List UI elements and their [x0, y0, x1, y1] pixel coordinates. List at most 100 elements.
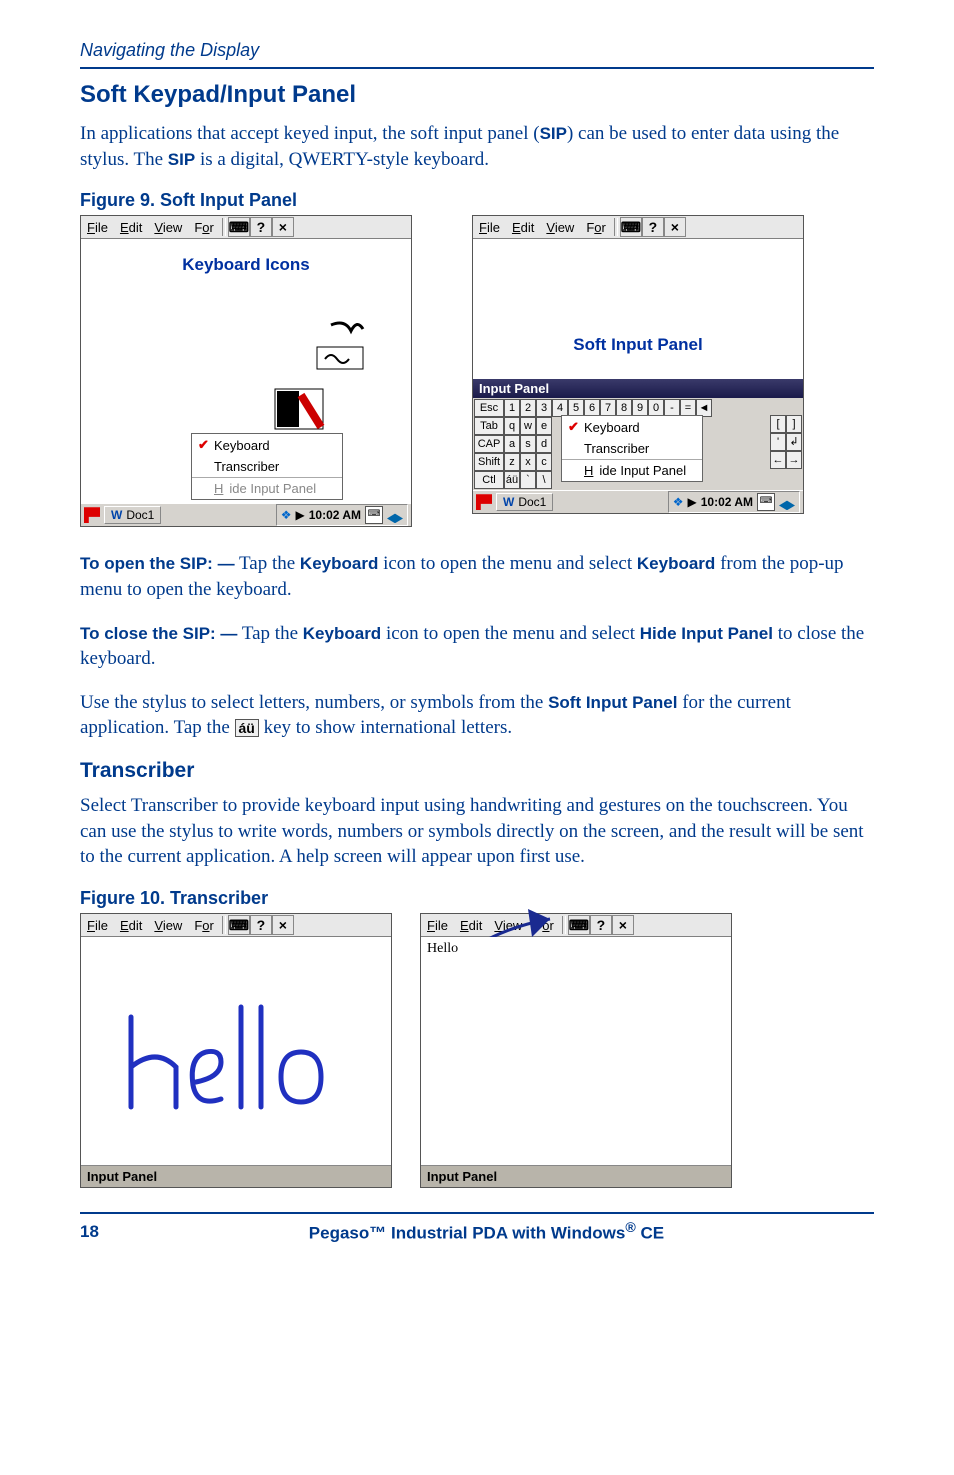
key[interactable]: ←: [770, 451, 786, 469]
close-button[interactable]: ×: [664, 217, 686, 237]
key[interactable]: `: [520, 471, 536, 489]
sip-toggle-icon[interactable]: ⌨: [228, 217, 250, 237]
sip-popup-menu: ✔Keyboard Transcriber Hide Input Panel: [561, 415, 703, 482]
key[interactable]: [: [770, 415, 786, 433]
sip-titlebar: Input Panel: [473, 379, 803, 398]
key-intl[interactable]: áü: [504, 471, 520, 489]
figure9: FFileile Edit View For ⌨ ? × Keyboard Ic…: [80, 215, 874, 527]
stylus-paragraph: Use the stylus to select letters, number…: [80, 690, 874, 741]
key-esc[interactable]: Esc: [474, 399, 504, 417]
key[interactable]: e: [536, 417, 552, 435]
check-icon: ✔: [198, 437, 208, 453]
menu-format[interactable]: For: [188, 218, 220, 237]
open-sip-paragraph: To open the SIP: — Tap the Keyboard icon…: [80, 551, 874, 602]
key[interactable]: a: [504, 435, 520, 453]
keyboard-term: Keyboard: [637, 554, 715, 573]
menu-file[interactable]: FFileile: [81, 218, 114, 237]
section-heading: Soft Keypad/Input Panel: [80, 81, 874, 109]
soft-input-panel-label: Soft Input Panel: [473, 335, 803, 355]
key[interactable]: ': [770, 433, 786, 451]
key-caps[interactable]: CAP: [474, 435, 504, 453]
keyboard-tile-icon: [271, 385, 331, 437]
menu-edit[interactable]: Edit: [114, 916, 148, 935]
taskbar: W Doc1 ❖ ▶ 10:02 AM ⌨: [81, 503, 411, 526]
popup-item-hide[interactable]: Hide Input Panel: [192, 477, 342, 499]
key[interactable]: z: [504, 453, 520, 471]
key[interactable]: \: [536, 471, 552, 489]
transcriber-window-right: File Edit View For ⌨ ? × Hello Input Pan…: [420, 913, 732, 1188]
menu-file[interactable]: File: [473, 218, 506, 237]
intro-paragraph: In applications that accept keyed input,…: [80, 121, 874, 172]
tray-arrow-icon[interactable]: ▶: [296, 508, 305, 522]
key[interactable]: ]: [786, 415, 802, 433]
menubar-separator: [222, 218, 226, 236]
au-key-icon: áü: [235, 719, 259, 737]
key[interactable]: 2: [520, 399, 536, 417]
figure10: File Edit View For ⌨ ? ×: [80, 913, 874, 1188]
help-button[interactable]: ?: [250, 217, 272, 237]
key[interactable]: →: [786, 451, 802, 469]
key[interactable]: d: [536, 435, 552, 453]
taskbar-doc-button[interactable]: W Doc1: [496, 493, 553, 511]
sip-toggle-icon[interactable]: ⌨: [620, 217, 642, 237]
taskbar: W Doc1 ❖ ▶ 10:02 AM ⌨: [473, 490, 803, 513]
keyboard-term: Keyboard: [300, 554, 378, 573]
sip-term: SIP: [540, 124, 567, 143]
tray-icon[interactable]: ❖: [281, 508, 292, 522]
menubar: File Edit View For ⌨ ? ×: [473, 216, 803, 239]
handwriting-hello: [81, 937, 391, 1165]
menubar: FFileile Edit View For ⌨ ? ×: [81, 216, 411, 239]
taskbar-doc-button[interactable]: W Doc1: [104, 506, 161, 524]
menu-view[interactable]: View: [540, 218, 580, 237]
key[interactable]: s: [520, 435, 536, 453]
help-button[interactable]: ?: [250, 915, 272, 935]
key-tab[interactable]: Tab: [474, 417, 504, 435]
check-icon: ✔: [568, 419, 578, 435]
handwriting-icon: [311, 315, 371, 375]
key[interactable]: q: [504, 417, 520, 435]
tray-arrow-icon[interactable]: ▶: [688, 495, 697, 509]
start-icon[interactable]: [476, 494, 492, 510]
key[interactable]: w: [520, 417, 536, 435]
key[interactable]: x: [520, 453, 536, 471]
page-number: 18: [80, 1222, 99, 1242]
transcriber-heading: Transcriber: [80, 759, 874, 783]
menu-format[interactable]: For: [188, 916, 220, 935]
close-button[interactable]: ×: [612, 915, 634, 935]
menu-format[interactable]: For: [580, 218, 612, 237]
key[interactable]: 3: [536, 399, 552, 417]
footer-title: Pegaso™ Industrial PDA with Windows® CE: [99, 1220, 874, 1244]
menu-edit[interactable]: Edit: [506, 218, 540, 237]
desktop-icon[interactable]: [387, 507, 403, 523]
input-panel-bar: Input Panel: [421, 1165, 731, 1187]
key[interactable]: c: [536, 453, 552, 471]
close-button[interactable]: ×: [272, 915, 294, 935]
help-button[interactable]: ?: [642, 217, 664, 237]
taskbar-tray: ❖ ▶ 10:02 AM ⌨: [668, 491, 800, 513]
popup-item-keyboard[interactable]: ✔Keyboard: [562, 416, 702, 438]
keyboard-icons-label: Keyboard Icons: [81, 255, 411, 275]
popup-item-transcriber[interactable]: Transcriber: [192, 456, 342, 477]
transcriber-result-text: Hello: [421, 937, 731, 961]
key-ctl[interactable]: Ctl: [474, 471, 504, 489]
sip-term: SIP: [168, 150, 195, 169]
popup-item-transcriber[interactable]: Transcriber: [562, 438, 702, 459]
sip-toggle-icon[interactable]: ⌨: [228, 915, 250, 935]
start-icon[interactable]: [84, 507, 100, 523]
figure9-caption: Figure 9. Soft Input Panel: [80, 190, 874, 211]
menu-view[interactable]: View: [148, 218, 188, 237]
sip-tray-icon[interactable]: ⌨: [365, 506, 383, 524]
popup-item-hide[interactable]: Hide Input Panel: [562, 459, 702, 481]
key-shift[interactable]: Shift: [474, 453, 504, 471]
desktop-icon[interactable]: [779, 494, 795, 510]
key[interactable]: 1: [504, 399, 520, 417]
menu-edit[interactable]: Edit: [114, 218, 148, 237]
close-button[interactable]: ×: [272, 217, 294, 237]
key-enter[interactable]: ↲: [786, 433, 802, 451]
popup-item-keyboard[interactable]: ✔Keyboard: [192, 434, 342, 456]
transcriber-paragraph: Select Transcriber to provide keyboard i…: [80, 793, 874, 870]
tray-icon[interactable]: ❖: [673, 495, 684, 509]
menu-file[interactable]: File: [81, 916, 114, 935]
sip-tray-icon[interactable]: ⌨: [757, 493, 775, 511]
menu-view[interactable]: View: [148, 916, 188, 935]
